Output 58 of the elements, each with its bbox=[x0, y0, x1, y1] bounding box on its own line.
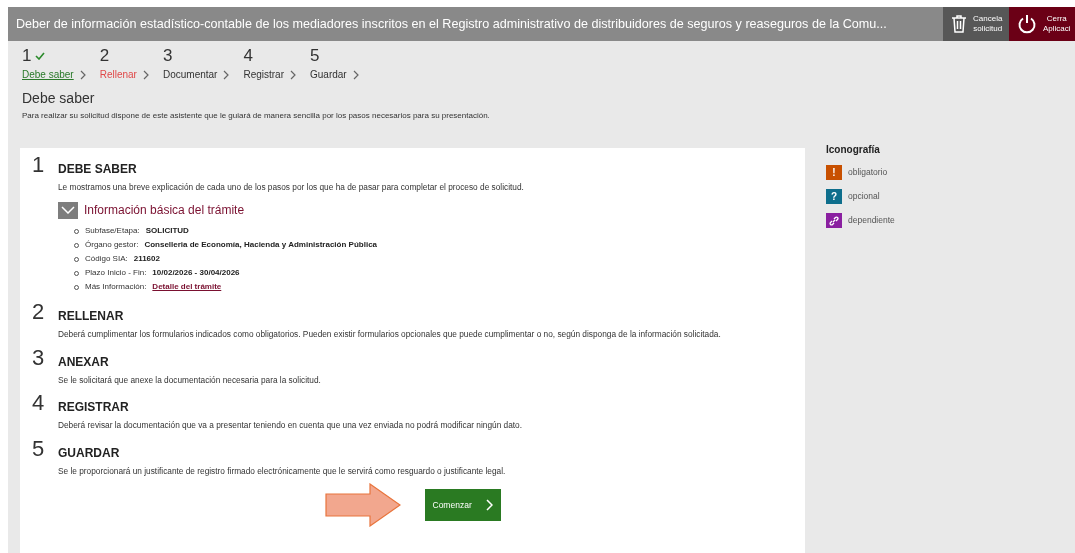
section-text: Se le solicitará que anexe la documentación necesaria para la solicitud. bbox=[58, 373, 321, 387]
window-title: Deber de información estadístico-contable de los mediadores inscritos en el Registro administrativo de distribuidores de seguros y reaseguros de la Comu... bbox=[15, 15, 888, 33]
chevron-icon bbox=[290, 69, 296, 80]
legend-label: dependiente bbox=[848, 214, 895, 227]
section-title: REGISTRAR bbox=[58, 399, 130, 417]
step-link[interactable]: Registrar bbox=[243, 67, 284, 82]
section-number: 5 bbox=[32, 437, 44, 463]
legend-symbol-icon: ? bbox=[826, 189, 842, 204]
step-number: 3 bbox=[162, 47, 173, 64]
info-label: Subfase/Etapa: bbox=[85, 225, 140, 238]
info-heading: Información básica del trámite bbox=[84, 202, 245, 220]
section-title: RELLENAR bbox=[58, 308, 125, 326]
section-text: Deberá revisar la documentación que va a presentar teniendo en cuenta que una vez enviada no podrá modificar ningún dato. bbox=[58, 419, 522, 432]
legend-label: opcional bbox=[848, 190, 880, 203]
section-text: Le mostramos una breve explicación de cada uno de los pasos por los que ha de pasar para completar el proceso de solicitud. bbox=[58, 181, 524, 194]
info-value: 211602 bbox=[133, 253, 160, 266]
step-number: 1 bbox=[22, 47, 32, 64]
step-number: 4 bbox=[243, 47, 253, 64]
section-number: 1 bbox=[32, 154, 44, 179]
trash-icon bbox=[951, 15, 967, 33]
step-link[interactable]: Debe saber bbox=[22, 67, 74, 82]
section-title: GUARDAR bbox=[58, 444, 121, 462]
chevron-icon bbox=[352, 69, 359, 80]
chevron-icon bbox=[142, 69, 149, 80]
cancel-button[interactable]: Cancela solicitud bbox=[943, 7, 1009, 41]
step-number: 2 bbox=[99, 47, 110, 64]
chevron-icon bbox=[223, 69, 230, 80]
section-number: 4 bbox=[32, 392, 44, 418]
info-label: Código SIA: bbox=[85, 253, 128, 266]
collapse-toggle[interactable] bbox=[58, 201, 78, 219]
info-label: Plazo Inicio - Fin: bbox=[85, 267, 147, 280]
legend-label: obligatorio bbox=[848, 166, 888, 179]
chevron-icon bbox=[79, 69, 86, 80]
info-value: 10/02/2026 - 30/04/2026 bbox=[152, 267, 240, 280]
section-text: Deberá cumplimentar los formularios indicados como obligatorios. Pueden existir formularios opcionales que puede cumplimentar o no, según disponga de la información solicitada. bbox=[58, 328, 721, 341]
section-title: ANEXAR bbox=[58, 353, 110, 371]
chevron-down-icon bbox=[61, 206, 75, 215]
info-value: Conselleria de Economía, Hacienda y Administración Pública bbox=[144, 239, 378, 252]
section-title: DEBE SABER bbox=[58, 161, 138, 178]
chevron-icon bbox=[485, 499, 493, 512]
section-number: 3 bbox=[32, 346, 44, 372]
detail-link[interactable]: Detalle del trámite bbox=[152, 281, 222, 294]
section-text: Se le proporcionará un justificante de registro firmado electrónicamente que le servirá como resguardo o justificante legal. bbox=[58, 464, 506, 478]
info-value: SOLICITUD bbox=[145, 225, 189, 238]
page-title: Debe saber bbox=[22, 89, 96, 108]
step-link[interactable]: Guardar bbox=[310, 67, 347, 82]
check-icon bbox=[35, 51, 46, 60]
intro-text: Para realizar su solicitud dispone de este asistente que le guiará de manera sencilla por los pasos necesarios para su presentación. bbox=[22, 110, 491, 122]
legend-title: Iconografía bbox=[826, 143, 881, 157]
section-number: 2 bbox=[32, 301, 44, 327]
close-app-button[interactable]: Cerra Aplicaci bbox=[1009, 7, 1075, 41]
info-label: Órgano gestor: bbox=[85, 239, 139, 252]
start-button[interactable]: Comenzar bbox=[424, 489, 501, 522]
info-label: Más Información: bbox=[85, 281, 147, 294]
step-link[interactable]: Documentar bbox=[162, 67, 218, 82]
power-icon bbox=[1017, 14, 1037, 34]
step-number: 5 bbox=[310, 47, 320, 64]
legend-symbol-icon: ! bbox=[826, 165, 842, 180]
